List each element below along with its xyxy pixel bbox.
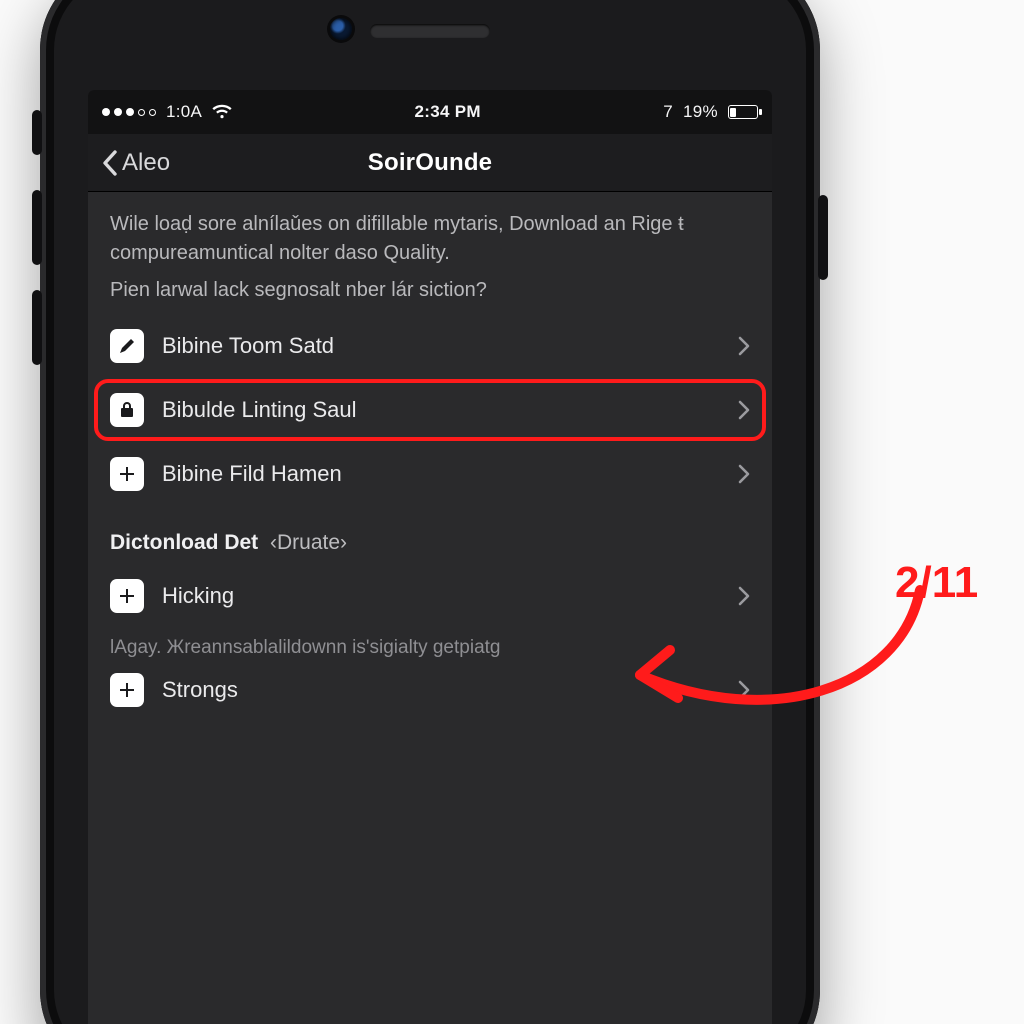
chevron-right-icon	[738, 400, 750, 420]
screen: 1:0A 2:34 PM 7 19% Aleo	[88, 90, 772, 1024]
plus-icon	[110, 579, 144, 613]
list-item-label: Bibulde Linting Saul	[162, 397, 720, 423]
status-bar: 1:0A 2:34 PM 7 19%	[88, 90, 772, 134]
intro-text: Wile loaḍ sore alnílaǔes on difillable m…	[88, 210, 772, 315]
mute-switch	[32, 110, 42, 155]
wifi-icon	[212, 104, 232, 120]
section-title-text: Dictonload Det	[110, 531, 258, 554]
carrier-label: 1:0A	[166, 102, 202, 122]
battery-percent: 19%	[683, 102, 718, 122]
plus-icon	[110, 673, 144, 707]
nav-bar: Aleo SoirOunde	[88, 134, 772, 192]
back-label: Aleo	[122, 149, 170, 177]
section-header: Dictonload Det ‹Druate›	[88, 505, 772, 565]
intro-line-2: Pien larwal lack segnosalt nber lár sict…	[110, 276, 750, 305]
volume-down-btn	[32, 290, 42, 365]
battery-prefix: 7	[663, 102, 673, 122]
power-button	[818, 195, 828, 280]
list-item-label: Bibine Toom Satd	[162, 333, 720, 359]
chevron-right-icon	[738, 464, 750, 484]
phone-frame: 1:0A 2:34 PM 7 19% Aleo	[40, 0, 820, 1024]
list-item[interactable]: Bibine Toom Satd	[88, 315, 772, 377]
chevron-left-icon	[102, 150, 118, 176]
annotation-arrow-icon	[600, 580, 930, 750]
clock: 2:34 PM	[415, 102, 481, 122]
back-button[interactable]: Aleo	[96, 134, 176, 191]
page-title: SoirOunde	[368, 149, 492, 177]
signal-dots-icon	[102, 108, 156, 116]
plus-icon	[110, 457, 144, 491]
list-item[interactable]: Bibine Fild Hamen	[88, 443, 772, 505]
battery-icon	[728, 105, 758, 119]
speaker-grill	[370, 24, 490, 38]
chevron-right-icon	[738, 336, 750, 356]
intro-line-1: Wile loaḍ sore alnílaǔes on difillable m…	[110, 210, 750, 268]
pencil-icon	[110, 329, 144, 363]
lock-icon	[110, 393, 144, 427]
list-item[interactable]: Bibulde Linting Saul	[94, 379, 766, 441]
list-item-label: Bibine Fild Hamen	[162, 461, 720, 487]
volume-up-btn	[32, 190, 42, 265]
front-camera	[330, 18, 352, 40]
section-subtitle: ‹Druate›	[270, 531, 347, 554]
